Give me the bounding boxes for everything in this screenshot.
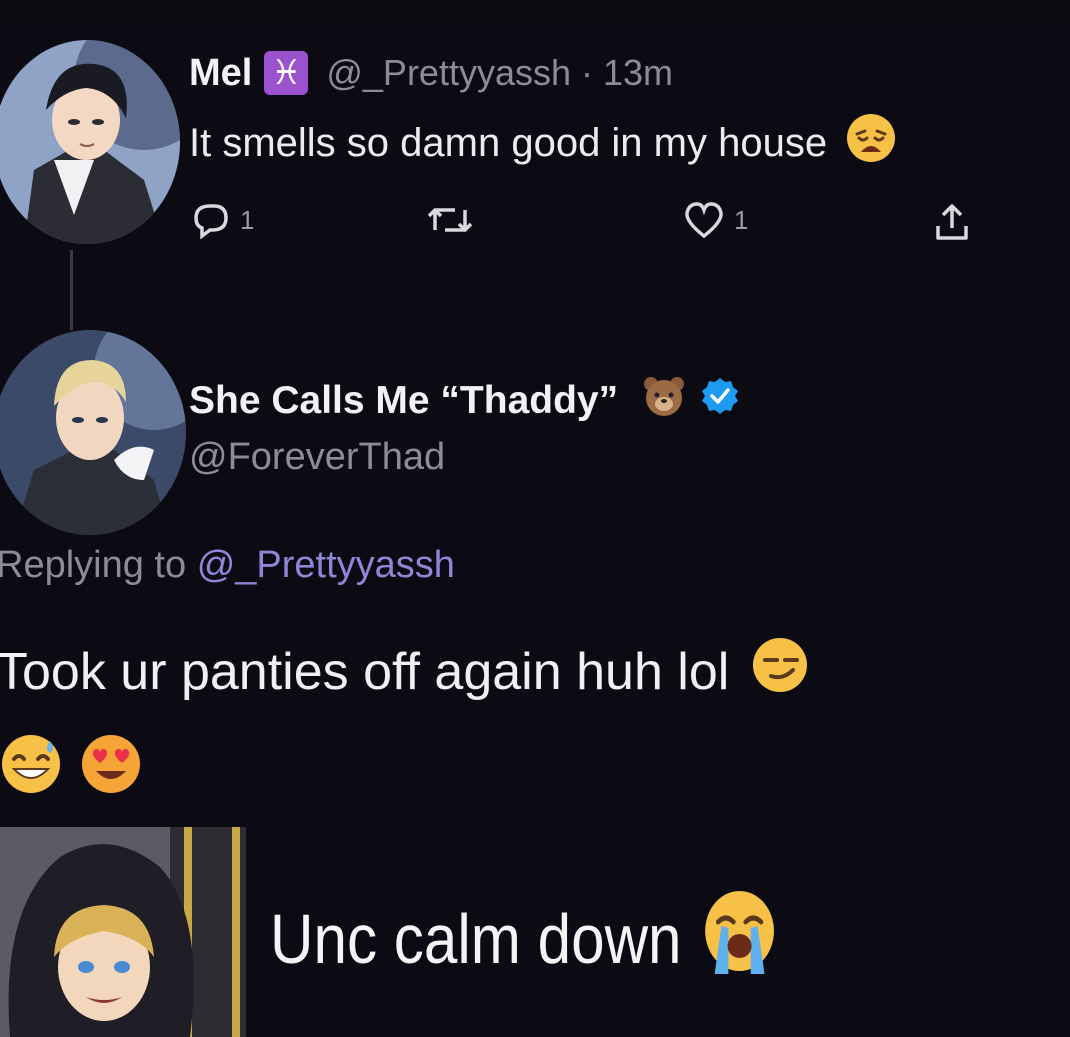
tweet-text: It smells so damn good in my house [189, 112, 897, 174]
reply-icon [190, 200, 232, 240]
reply-button[interactable]: 1 [190, 200, 254, 240]
caption-avatar[interactable] [0, 827, 246, 1037]
reply-display-name[interactable]: She Calls Me “Thaddy” [189, 379, 618, 423]
replying-to-mention[interactable]: @_Prettyyassh [197, 544, 455, 586]
retweet-icon [425, 200, 475, 240]
pisces-badge-icon: ♓ [264, 51, 309, 95]
weary-face-emoji [845, 112, 897, 174]
heart-eyes-face-emoji [80, 733, 142, 800]
bear-face-emoji [642, 374, 686, 428]
retweet-button[interactable] [425, 200, 475, 240]
display-name[interactable]: Mel [189, 52, 252, 95]
replying-to-line: Replying to @_Prettyyassh [0, 544, 455, 587]
tweet-header: Mel ♓ @_Prettyyassh · 13m [189, 48, 673, 98]
reply-text: Took ur panties off again huh lol [0, 636, 809, 707]
reply-text-content: Took ur panties off again huh lol [0, 642, 730, 701]
share-icon [930, 200, 974, 244]
reply-emoji-line [0, 733, 142, 800]
like-count: 1 [734, 204, 749, 235]
caption-text: Unc calm down [270, 888, 776, 990]
reply-author[interactable]: She Calls Me “Thaddy” [189, 374, 740, 428]
smirking-face-emoji [751, 636, 809, 707]
avatar-foreverthad[interactable] [0, 330, 186, 535]
verified-badge-icon [700, 376, 740, 426]
caption-text-content: Unc calm down [270, 900, 682, 978]
tweet-actions: 1 1 [0, 200, 1070, 244]
reply-handle[interactable]: @ForeverThad [189, 436, 445, 479]
grinning-sweat-face-emoji [0, 733, 62, 800]
like-button[interactable]: 1 [682, 200, 748, 240]
top-bar [0, 0, 1070, 26]
reply-count: 1 [240, 204, 255, 235]
like-icon [682, 200, 726, 240]
replying-to-label: Replying to [0, 544, 187, 586]
handle-and-timestamp[interactable]: @_Prettyyassh · 13m [326, 52, 673, 94]
tweet-text-content: It smells so damn good in my house [189, 120, 828, 165]
loudly-crying-face-emoji [702, 888, 776, 990]
share-button[interactable] [930, 200, 974, 244]
thread-connector-line [70, 250, 73, 330]
